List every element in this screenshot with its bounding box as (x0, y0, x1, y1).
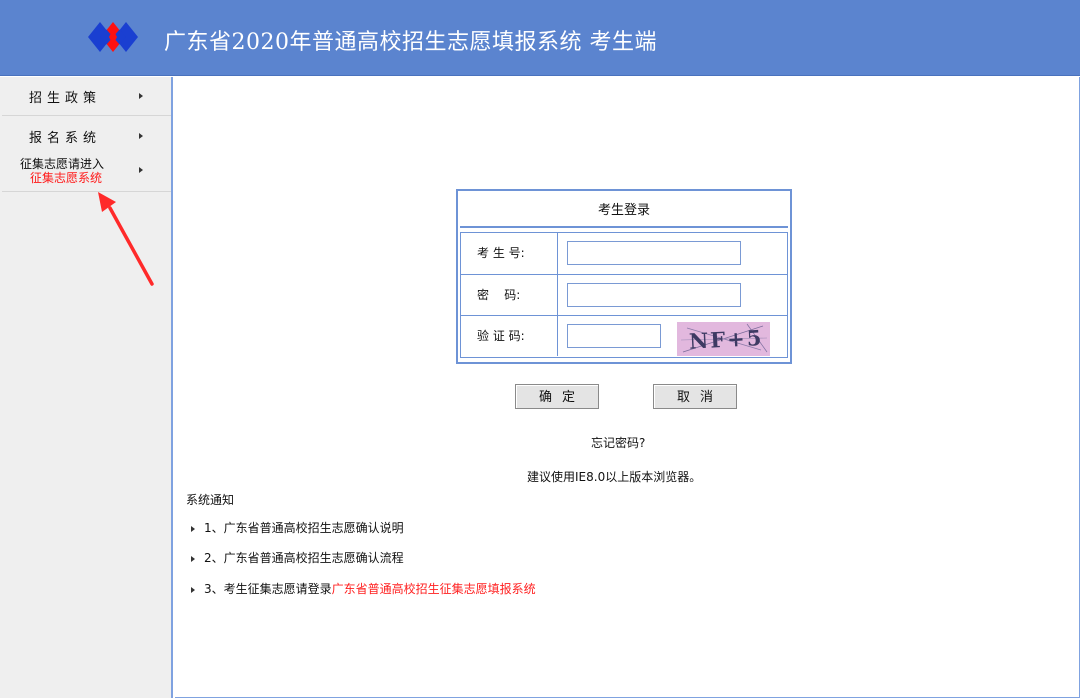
login-form: 考 生 号: 密 码: 验 证 码: NF+5 (460, 232, 788, 358)
bullet-triangle-icon (191, 555, 195, 562)
caret-right-icon (139, 133, 143, 139)
login-title: 考生登录 (597, 203, 650, 218)
login-title-row: 考生登录 (460, 193, 788, 228)
page-title: 广东省2020年普通高校招生志愿填报系统 考生端 (164, 30, 657, 55)
candidate-number-label: 考 生 号: (461, 233, 558, 274)
captcha-label: 验 证 码: (461, 316, 558, 356)
confirm-button[interactable]: 确定 (515, 384, 599, 409)
sidebar-item-label: 招生政策 (28, 91, 101, 106)
sidebar-item-registration-system[interactable]: 报名系统 (0, 127, 171, 147)
browser-tip: 建议使用IE8.0以上版本浏览器。 (527, 470, 702, 484)
notice-item[interactable]: 1、广东省普通高校招生志愿确认说明 (191, 519, 404, 536)
supplementary-system-login-link[interactable]: 广东省普通高校招生征集志愿填报系统 (332, 582, 536, 596)
captcha-text: NF+5 (688, 325, 764, 354)
diamond-logo-icon (88, 22, 138, 52)
notice-title: 系统通知 (186, 493, 235, 507)
captcha-image[interactable]: NF+5 (677, 322, 770, 356)
captcha-row: 验 证 码: NF+5 (461, 315, 787, 356)
candidate-number-row: 考 生 号: (461, 233, 787, 274)
password-label: 密 码: (461, 275, 558, 315)
sidebar-item-supplementary-application[interactable]: 征集志愿请进入 征集志愿系统 (0, 155, 171, 187)
bullet-triangle-icon (191, 586, 195, 593)
bullet-triangle-icon (191, 525, 195, 532)
captcha-input[interactable] (567, 324, 661, 348)
notice-item: 3、考生征集志愿请登录广东省普通高校招生征集志愿填报系统 (191, 580, 536, 597)
caret-right-icon (139, 167, 143, 173)
left-sidebar: 招生政策 报名系统 征集志愿请进入 征集志愿系统 (0, 77, 173, 698)
password-row: 密 码: (461, 274, 787, 315)
password-input[interactable] (567, 283, 741, 307)
supplementary-system-link[interactable]: 征集志愿系统 (30, 169, 102, 186)
notice-item-text: 1、广东省普通高校招生志愿确认说明 (204, 521, 404, 535)
notice-item[interactable]: 2、广东省普通高校招生志愿确认流程 (191, 549, 404, 566)
notice-item-text: 2、广东省普通高校招生志愿确认流程 (204, 551, 404, 565)
notice-item-text: 3、考生征集志愿请登录 (204, 582, 332, 596)
sidebar-item-enrollment-policy[interactable]: 招生政策 (0, 87, 171, 107)
candidate-number-input[interactable] (567, 241, 741, 265)
sidebar-divider (2, 115, 171, 116)
main-content: 考生登录 考 生 号: 密 码: 验 证 码: NF+5 确定 取消 忘记密码?… (175, 77, 1080, 698)
red-annotation-arrow-icon (98, 192, 154, 286)
sidebar-item-label: 报名系统 (28, 131, 101, 146)
forgot-password-link[interactable]: 忘记密码? (591, 434, 645, 451)
cancel-button[interactable]: 取消 (653, 384, 737, 409)
login-panel: 考生登录 考 生 号: 密 码: 验 证 码: NF+5 (456, 189, 792, 364)
caret-right-icon (139, 93, 143, 99)
header-bar: 广东省2020年普通高校招生志愿填报系统 考生端 (0, 0, 1080, 76)
